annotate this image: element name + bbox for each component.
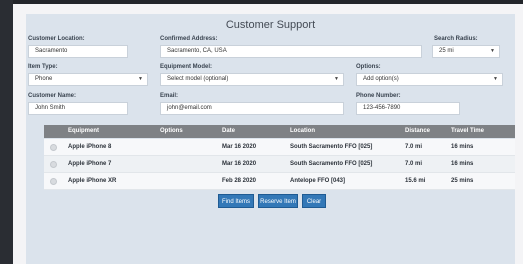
email-field[interactable]: john@email.com — [160, 102, 344, 115]
radio-icon[interactable] — [50, 144, 57, 151]
row-travel-time: 16 mins — [451, 161, 474, 167]
row-date: Mar 16 2020 — [222, 161, 257, 167]
chevron-down-icon: ▼ — [493, 76, 498, 82]
search-radius-value: 25 mi — [439, 48, 454, 54]
confirmed-address-input[interactable]: Sacramento, CA, USA — [160, 45, 422, 58]
column-header-options: Options — [160, 128, 183, 134]
row-date: Mar 16 2020 — [222, 144, 257, 150]
options-label: Options: — [356, 64, 381, 70]
item-type-label: Item Type: — [28, 64, 58, 70]
search-radius-select[interactable]: 25 mi ▼ — [432, 45, 500, 58]
row-equipment: Apple iPhone 7 — [68, 161, 112, 167]
reserve-item-button[interactable]: Reserve Item — [258, 194, 298, 208]
options-select[interactable]: Add option(s) ▼ — [356, 73, 503, 86]
row-location: Antelope FFO [043] — [290, 178, 346, 184]
search-radius-label: Search Radius: — [434, 36, 478, 42]
table-row[interactable]: Apple iPhone 7 Mar 16 2020 South Sacrame… — [44, 156, 515, 173]
column-header-location: Location — [290, 128, 315, 134]
customer-name-input[interactable]: John Smith — [28, 102, 128, 115]
row-distance: 7.0 mi — [405, 144, 423, 150]
column-header-travel-time: Travel Time — [451, 128, 484, 134]
top-bar — [0, 0, 523, 4]
equipment-model-label: Equipment Model: — [160, 64, 212, 70]
row-equipment: Apple iPhone 8 — [68, 144, 112, 150]
email-label: Email: — [160, 93, 179, 99]
table-header: Equipment Options Date Location Distance… — [44, 125, 515, 138]
item-type-value: Phone — [35, 76, 53, 82]
column-header-equipment: Equipment — [68, 128, 99, 134]
row-travel-time: 25 mins — [451, 178, 474, 184]
equipment-model-select[interactable]: Select model (optional) ▼ — [160, 73, 344, 86]
row-location: South Sacramento FFO [025] — [290, 161, 373, 167]
customer-location-label: Customer Location: — [28, 36, 85, 42]
radio-icon[interactable] — [50, 161, 57, 168]
clear-button[interactable]: Clear — [302, 194, 326, 208]
customer-support-panel: Customer Support Customer Location: Sacr… — [26, 14, 515, 264]
row-equipment: Apple iPhone XR — [68, 178, 117, 184]
row-travel-time: 16 mins — [451, 144, 474, 150]
page-title: Customer Support — [225, 19, 316, 31]
table-row[interactable]: Apple iPhone XR Feb 28 2020 Antelope FFO… — [44, 173, 515, 190]
options-value: Add option(s) — [363, 76, 399, 82]
chevron-down-icon: ▼ — [334, 76, 339, 82]
chevron-down-icon: ▼ — [490, 48, 495, 54]
left-sidebar — [0, 0, 13, 264]
customer-name-label: Customer Name: — [28, 93, 77, 99]
row-date: Feb 28 2020 — [222, 178, 257, 184]
find-items-button[interactable]: Find Items — [218, 194, 254, 208]
row-location: South Sacramento FFO [025] — [290, 144, 373, 150]
equipment-model-value: Select model (optional) — [167, 76, 229, 82]
confirmed-address-label: Confirmed Address: — [160, 36, 218, 42]
row-distance: 15.6 mi — [405, 178, 426, 184]
customer-location-input[interactable]: Sacramento — [28, 45, 128, 58]
phone-number-input[interactable]: 123-456-7890 — [356, 102, 460, 115]
row-distance: 7.0 mi — [405, 161, 423, 167]
column-header-date: Date — [222, 128, 236, 134]
table-row[interactable]: Apple iPhone 8 Mar 16 2020 South Sacrame… — [44, 139, 515, 156]
chevron-down-icon: ▼ — [138, 76, 143, 82]
phone-number-label: Phone Number: — [356, 93, 401, 99]
item-type-select[interactable]: Phone ▼ — [28, 73, 148, 86]
radio-icon[interactable] — [50, 178, 57, 185]
column-header-distance: Distance — [405, 128, 431, 134]
